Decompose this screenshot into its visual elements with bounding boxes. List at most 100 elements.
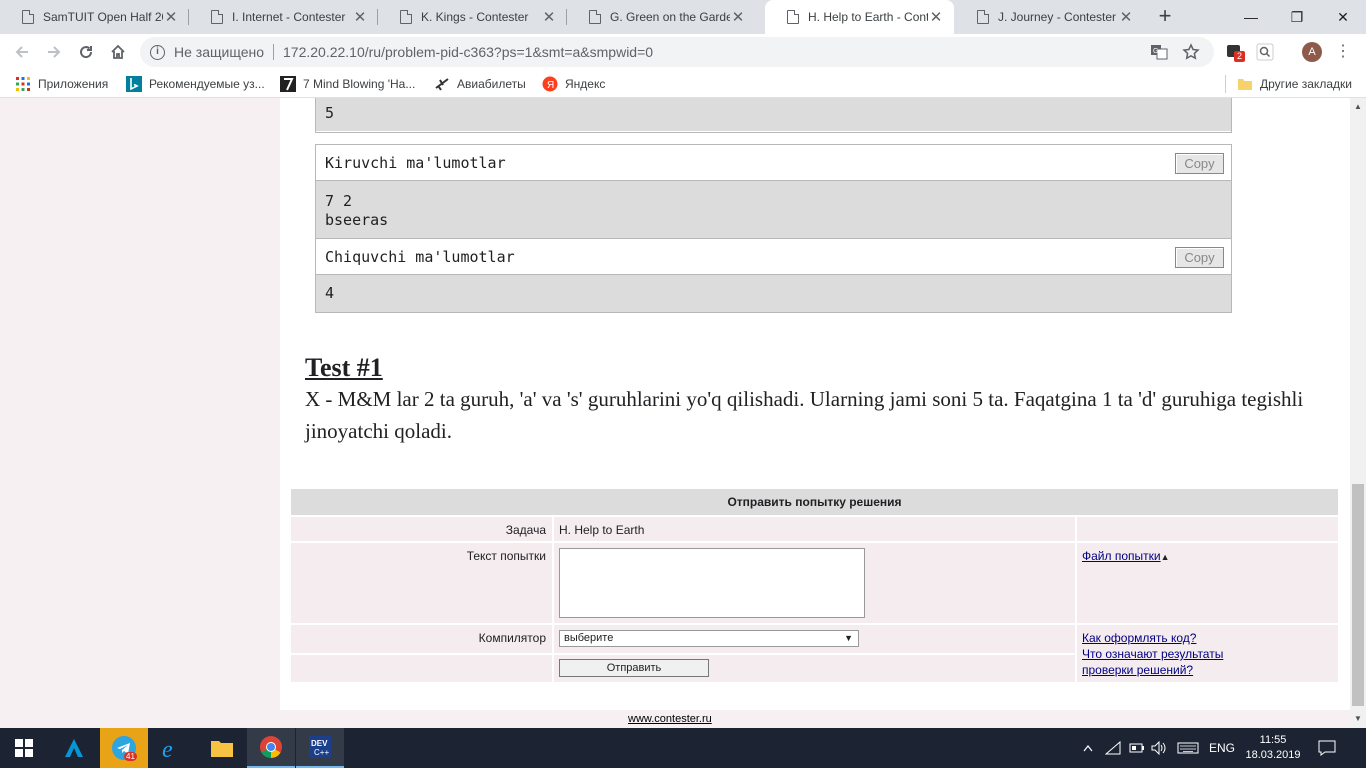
tab-journey[interactable]: J. Journey - Contester ✕ — [955, 0, 1144, 34]
translate-icon[interactable]: G — [1150, 43, 1168, 61]
close-tab-icon[interactable]: ✕ — [541, 8, 557, 26]
windows-logo-icon — [15, 739, 33, 757]
close-tab-icon[interactable]: ✕ — [352, 8, 368, 26]
close-window-button[interactable]: ✕ — [1320, 0, 1366, 34]
clock[interactable]: 11:55 18.03.2019 — [1242, 728, 1304, 768]
submit-form: Отправить попытку решения Задача H. Help… — [291, 489, 1338, 682]
autodesk-app[interactable] — [50, 728, 98, 768]
task-value: H. Help to Earth — [554, 517, 1075, 541]
bookmark-yandex[interactable]: Я Яндекс — [542, 76, 605, 92]
language-indicator[interactable]: ENG — [1206, 728, 1238, 768]
divider — [1225, 75, 1226, 93]
page-viewport: 5 Kiruvchi ma'lumotlar Copy 7 2 bseeras … — [0, 98, 1350, 728]
chrome-app[interactable] — [247, 728, 295, 768]
sample-block: Kiruvchi ma'lumotlar Copy 7 2 bseeras Ch… — [315, 144, 1232, 313]
network-icon[interactable] — [1104, 728, 1122, 768]
page-icon — [977, 10, 989, 24]
page-scrollbar[interactable]: ▲ ▼ — [1350, 98, 1366, 728]
file-explorer-app[interactable] — [198, 728, 246, 768]
bookmark-recommended[interactable]: Рекомендуемые уз... — [126, 76, 265, 92]
bing-icon — [126, 76, 142, 92]
results-meaning-link[interactable]: Что означают результаты проверки решений… — [1082, 646, 1242, 678]
devcpp-app[interactable]: DEV C++ — [296, 728, 344, 768]
clock-date: 18.03.2019 — [1245, 749, 1301, 761]
test-title: Test #1 — [305, 353, 383, 382]
bookmark-other[interactable]: Другие закладки — [1237, 76, 1352, 92]
text-label: Текст попытки — [291, 543, 552, 623]
security-label: Не защищено — [174, 44, 264, 60]
tab-internet[interactable]: I. Internet - Contester ✕ — [189, 0, 378, 34]
sample-output-header: Chiquvchi ma'lumotlar Copy — [316, 239, 1231, 275]
problem-content: 5 Kiruvchi ma'lumotlar Copy 7 2 bseeras … — [280, 98, 1350, 710]
dropdown-arrow-icon: ▼ — [844, 633, 853, 643]
close-tab-icon[interactable]: ✕ — [1118, 8, 1134, 26]
file-cell: Файл попытки▲ — [1077, 543, 1338, 623]
compiler-label: Компилятор — [291, 625, 552, 653]
solution-textarea[interactable] — [559, 548, 865, 618]
restore-button[interactable]: ❐ — [1274, 0, 1320, 34]
back-button[interactable] — [8, 38, 36, 66]
expand-icon[interactable]: ▲ — [1161, 552, 1170, 562]
bookmark-aviabilety[interactable]: Авиабилеты — [434, 76, 526, 92]
scroll-thumb[interactable] — [1352, 484, 1364, 706]
windows-taskbar: 41 e DEV C++ ENG 11:55 18.03.2019 — [0, 728, 1366, 768]
search-extension-icon[interactable] — [1256, 43, 1274, 61]
svg-text:C++: C++ — [314, 748, 329, 757]
minimize-button[interactable]: — — [1228, 0, 1274, 34]
copy-input-button[interactable]: Copy — [1175, 153, 1224, 174]
address-bar[interactable]: i Не защищено 172.20.22.10/ru/problem-pi… — [140, 37, 1214, 67]
divider — [273, 44, 274, 60]
extension-badge: 2 — [1234, 51, 1246, 62]
forward-button[interactable] — [40, 38, 68, 66]
close-tab-icon[interactable]: ✕ — [730, 8, 746, 26]
yandex-icon: Я — [542, 76, 558, 92]
bookmark-mind-blowing[interactable]: 7 Mind Blowing 'Ha... — [280, 76, 415, 92]
sample-output-value: 5 — [316, 98, 1231, 131]
url-text[interactable]: 172.20.22.10/ru/problem-pid-c363?ps=1&sm… — [283, 44, 653, 60]
telegram-app[interactable]: 41 — [100, 728, 148, 768]
ie-app[interactable]: e — [148, 728, 196, 768]
internet-explorer-icon: e — [162, 737, 173, 761]
folder-icon — [211, 741, 233, 757]
start-button[interactable] — [0, 728, 48, 768]
scroll-down-icon[interactable]: ▼ — [1354, 714, 1362, 723]
close-tab-icon[interactable]: ✕ — [928, 8, 944, 26]
volume-icon[interactable] — [1150, 728, 1168, 768]
bookmark-site-icon — [280, 76, 296, 92]
task-extra-cell — [1077, 517, 1338, 541]
copy-output-button[interactable]: Copy — [1175, 247, 1224, 268]
tab-help-to-earth[interactable]: H. Help to Earth - Contester ✕ — [765, 0, 954, 34]
sample-input-header: Kiruvchi ma'lumotlar Copy — [316, 145, 1231, 181]
svg-text:G: G — [1153, 48, 1158, 55]
profile-avatar[interactable]: A — [1302, 42, 1322, 62]
tray-expand-icon[interactable] — [1080, 728, 1096, 768]
keyboard-icon[interactable] — [1175, 728, 1201, 768]
tab-samtuit[interactable]: SamTUIT Open Half 2019 ✕ — [0, 0, 189, 34]
home-button[interactable] — [104, 38, 132, 66]
menu-kebab-icon[interactable]: ⋮ — [1335, 42, 1351, 62]
bookmark-apps[interactable]: Приложения — [15, 76, 108, 92]
contester-footer-link[interactable]: www.contester.ru — [628, 713, 712, 725]
svg-text:Я: Я — [547, 80, 554, 91]
file-upload-link[interactable]: Файл попытки — [1082, 549, 1161, 563]
reload-button[interactable] — [72, 38, 100, 66]
info-icon[interactable]: i — [150, 44, 165, 60]
notifications-icon[interactable] — [1312, 728, 1342, 768]
extension-icon[interactable]: 2 — [1226, 43, 1246, 62]
empty-cell — [291, 655, 552, 682]
new-tab-button[interactable]: + — [1152, 4, 1178, 30]
tab-kings[interactable]: K. Kings - Contester ✕ — [378, 0, 567, 34]
battery-icon[interactable] — [1128, 728, 1146, 768]
close-tab-icon[interactable]: ✕ — [163, 8, 179, 26]
send-button[interactable]: Отправить — [559, 659, 709, 677]
compiler-select[interactable]: выберите ▼ — [559, 630, 859, 647]
devcpp-icon: DEVC++ — [309, 736, 331, 758]
help-links-cell: Как оформлять код? Что означают результа… — [1077, 625, 1338, 682]
bookmark-star-icon[interactable] — [1182, 43, 1200, 61]
scroll-up-icon[interactable]: ▲ — [1354, 102, 1362, 111]
autodesk-icon — [65, 739, 83, 757]
tab-green[interactable]: G. Green on the Garden ✕ — [567, 0, 756, 34]
code-format-link[interactable]: Как оформлять код? — [1082, 630, 1333, 646]
tab-title: SamTUIT Open Half 2019 — [43, 10, 163, 24]
svg-text:e: e — [162, 737, 173, 761]
